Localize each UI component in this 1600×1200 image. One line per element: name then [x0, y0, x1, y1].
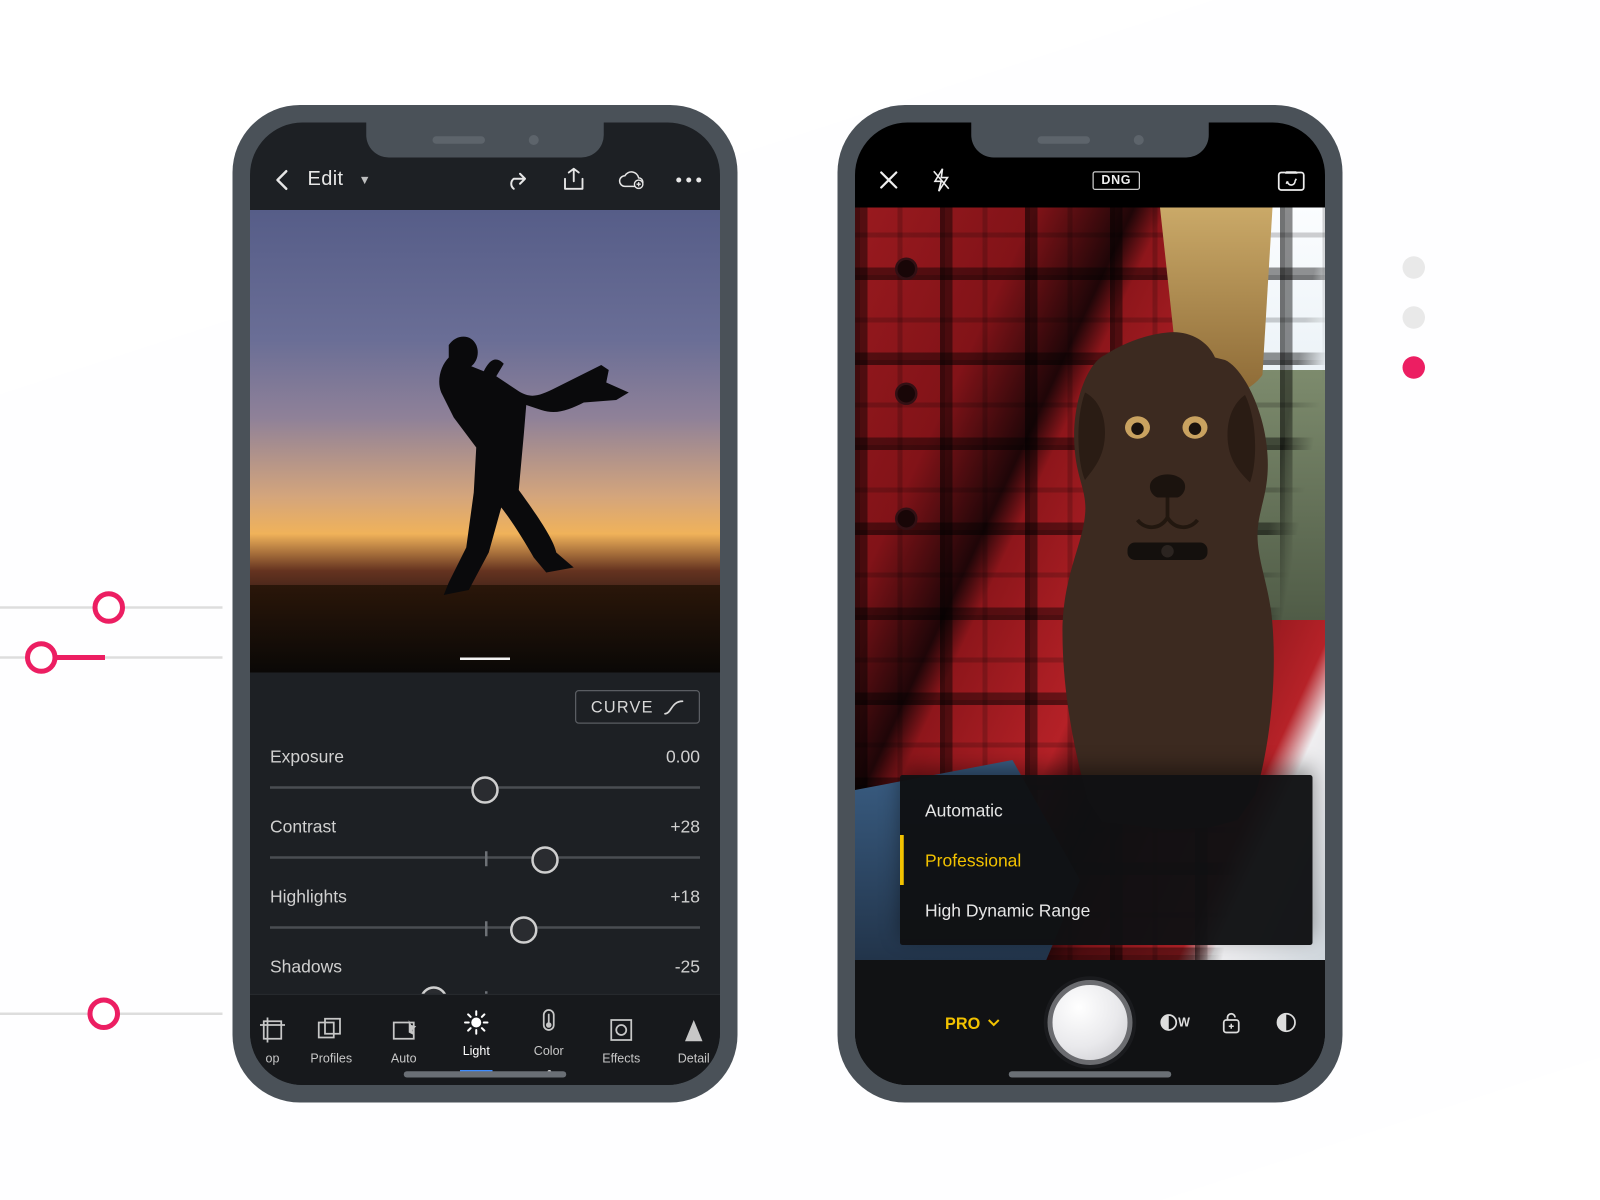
slider-label: Exposure: [270, 746, 344, 766]
tool-profiles[interactable]: Profiles: [295, 1014, 368, 1065]
filter-icon[interactable]: [1273, 1009, 1301, 1037]
switch-camera-icon[interactable]: [1278, 166, 1306, 194]
screen-title[interactable]: Edit: [308, 169, 344, 192]
photo-drag-handle[interactable]: [460, 658, 510, 661]
tool-light[interactable]: Light: [440, 1008, 513, 1073]
mode-selector[interactable]: PRO: [945, 1013, 1000, 1032]
tool-op[interactable]: op: [250, 1014, 295, 1065]
mode-option-professional[interactable]: Professional: [900, 835, 1313, 885]
slider-contrast[interactable]: Contrast +28: [270, 816, 700, 874]
tool-color[interactable]: Color: [513, 1007, 586, 1073]
dot-2[interactable]: [1403, 306, 1426, 329]
camera-viewfinder[interactable]: AutomaticProfessionalHigh Dynamic Range: [855, 208, 1325, 961]
mode-option-automatic[interactable]: Automatic: [900, 785, 1313, 835]
edit-topbar: Edit ▼: [250, 153, 720, 208]
slider-label: Highlights: [270, 886, 347, 906]
light-sliders-panel: Exposure 0.00 Contrast +28 Highlights +18 Shad…: [250, 731, 720, 994]
tool-label: Detail: [678, 1052, 710, 1066]
cloud-add-icon[interactable]: [618, 166, 646, 194]
camera-topbar: DNG: [855, 153, 1325, 208]
curve-label: CURVE: [591, 698, 654, 717]
slider-label: Contrast: [270, 816, 336, 836]
mode-option-high-dynamic-range[interactable]: High Dynamic Range: [900, 885, 1313, 935]
detail-icon: [684, 1014, 704, 1044]
effects-icon: [609, 1014, 634, 1044]
lock-settings-icon[interactable]: [1218, 1009, 1246, 1037]
slider-highlights[interactable]: Highlights +18: [270, 886, 700, 944]
back-icon[interactable]: [268, 166, 296, 194]
slider-shadows[interactable]: Shadows -25: [270, 956, 700, 994]
camera-mode-menu: AutomaticProfessionalHigh Dynamic Range: [900, 775, 1313, 945]
auto-icon: [390, 1014, 418, 1044]
tool-label: Auto: [391, 1052, 417, 1066]
color-icon: [539, 1007, 559, 1037]
more-icon[interactable]: [675, 166, 703, 194]
slider-exposure[interactable]: Exposure 0.00: [270, 746, 700, 804]
tool-detail[interactable]: Detail: [658, 1014, 721, 1065]
curve-button[interactable]: CURVE: [575, 690, 700, 724]
viewfinder-subject-dog: [1030, 305, 1305, 830]
light-icon: [463, 1008, 491, 1038]
slider-value: +18: [670, 886, 700, 906]
flash-off-icon[interactable]: [928, 166, 956, 194]
tool-label: Effects: [602, 1052, 640, 1066]
title-caret-icon[interactable]: ▼: [358, 173, 370, 187]
camera-bottom-bar: PRO W: [855, 960, 1325, 1085]
slider-value: 0.00: [666, 746, 700, 766]
profiles-icon: [318, 1014, 346, 1044]
undo-icon[interactable]: [503, 166, 531, 194]
slider-value: -25: [675, 956, 700, 976]
decor-slider-2: [0, 656, 223, 659]
file-format-badge[interactable]: DNG: [1093, 171, 1140, 190]
tool-label: Profiles: [310, 1052, 352, 1066]
close-icon[interactable]: [875, 166, 903, 194]
phone-edit-mockup: Edit ▼ CURVE Expo: [233, 105, 738, 1103]
tool-auto[interactable]: Auto: [368, 1014, 441, 1065]
decor-slider-3: [0, 1013, 223, 1016]
decor-slider-1: [0, 606, 223, 609]
share-icon[interactable]: [560, 166, 588, 194]
shutter-button[interactable]: [1048, 980, 1133, 1065]
tool-effects[interactable]: Effects: [585, 1014, 658, 1065]
dot-1[interactable]: [1403, 256, 1426, 279]
dot-3[interactable]: [1403, 356, 1426, 379]
tool-label: Color: [534, 1044, 564, 1058]
slider-value: +28: [670, 816, 700, 836]
photo-subject-silhouette: [369, 323, 632, 611]
edit-photo-preview[interactable]: [250, 210, 720, 673]
carousel-dots[interactable]: [1403, 256, 1426, 379]
white-balance-button[interactable]: W: [1159, 1014, 1190, 1032]
tool-label: op: [266, 1052, 280, 1066]
slider-label: Shadows: [270, 956, 342, 976]
op-icon: [260, 1014, 285, 1044]
tool-label: Light: [463, 1045, 490, 1059]
phone-camera-mockup: DNG AutomaticProfessionalHigh Dynamic Ra…: [838, 105, 1343, 1103]
